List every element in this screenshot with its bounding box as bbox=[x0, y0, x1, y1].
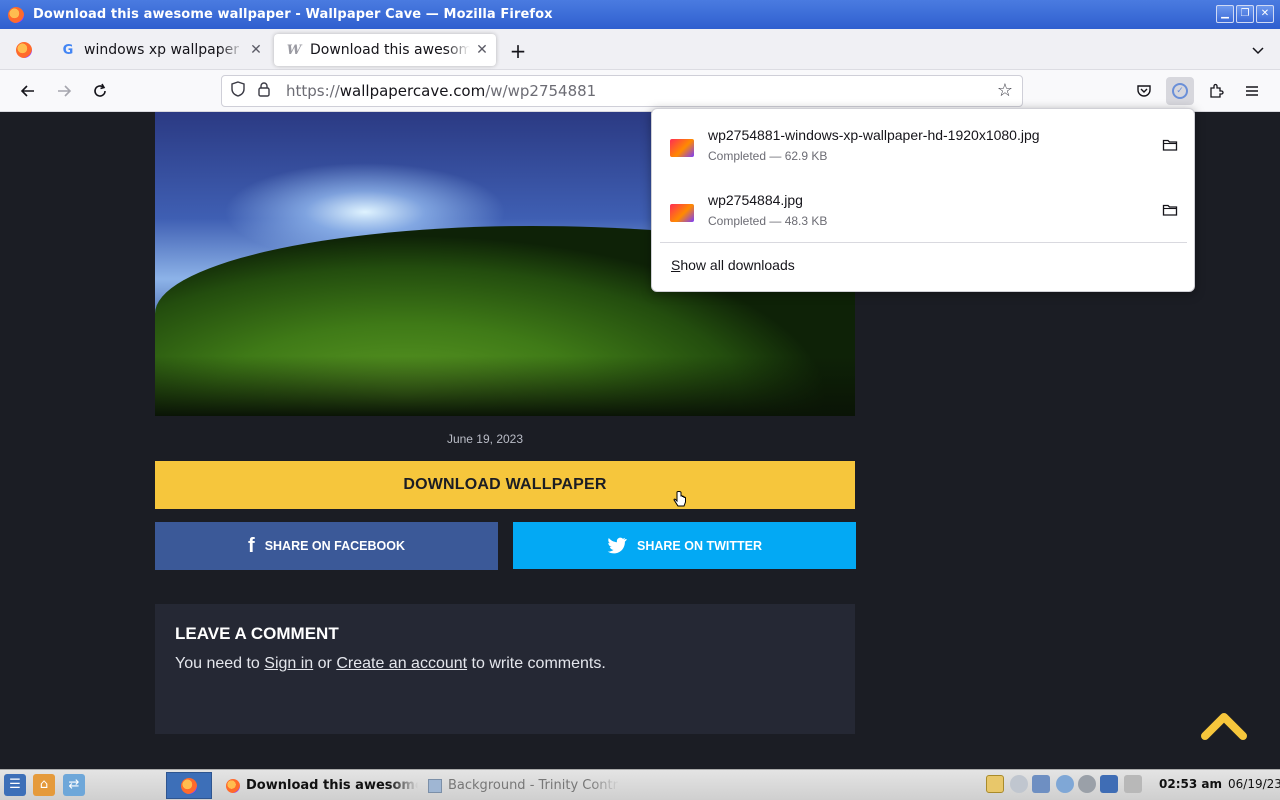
open-folder-icon[interactable] bbox=[1162, 202, 1178, 218]
tracking-protection-shield-icon[interactable] bbox=[230, 81, 246, 101]
tab-label: Download this awesome w bbox=[310, 42, 470, 58]
firefox-view-button[interactable] bbox=[4, 35, 44, 65]
tab-google-search[interactable]: G windows xp wallpaper hig ✕ bbox=[48, 34, 270, 66]
tab-strip: G windows xp wallpaper hig ✕ W Download … bbox=[0, 29, 1280, 70]
taskbar-item-label: Background - Trinity Contr bbox=[448, 778, 618, 793]
comment-login-prompt: You need to Sign in or Create an account… bbox=[175, 655, 606, 673]
system-taskbar: ☰ ⌂ ⇄ Download this awesome Background -… bbox=[0, 769, 1280, 800]
tab-wallpaper-cave[interactable]: W Download this awesome w ✕ bbox=[274, 34, 496, 66]
reload-icon bbox=[94, 83, 106, 97]
downloads-button[interactable]: ✓ bbox=[1166, 77, 1194, 105]
lock-icon[interactable] bbox=[258, 81, 272, 101]
taskbar-item-label: Download this awesome bbox=[246, 778, 418, 793]
reload-button[interactable] bbox=[88, 79, 112, 103]
url-scheme: https:// bbox=[286, 82, 340, 100]
home-folder-icon[interactable]: ⌂ bbox=[33, 774, 55, 796]
bookmark-star-icon[interactable]: ☆ bbox=[994, 80, 1016, 102]
control-center-icon bbox=[428, 778, 442, 793]
new-tab-button[interactable]: + bbox=[506, 40, 530, 64]
facebook-icon: f bbox=[248, 534, 255, 557]
share-twitter-label: SHARE ON TWITTER bbox=[637, 538, 762, 553]
tab-label: windows xp wallpaper hig bbox=[84, 42, 244, 58]
comment-suffix-text: to write comments. bbox=[467, 655, 606, 672]
wallpapercave-icon: W bbox=[286, 42, 302, 58]
open-folder-icon[interactable] bbox=[1162, 137, 1178, 153]
hamburger-menu-icon bbox=[1246, 86, 1258, 96]
close-tab-icon[interactable]: ✕ bbox=[248, 42, 264, 58]
puzzle-icon bbox=[1210, 83, 1224, 98]
download-wallpaper-button[interactable]: DOWNLOAD WALLPAPER bbox=[155, 461, 855, 509]
firefox-launcher-button[interactable] bbox=[166, 772, 212, 799]
share-facebook-button[interactable]: f SHARE ON FACEBOOK bbox=[155, 522, 498, 570]
google-icon: G bbox=[62, 42, 74, 58]
access-key-letter: S bbox=[671, 257, 681, 273]
panel-divider bbox=[660, 242, 1187, 243]
network-icon[interactable]: ⇄ bbox=[63, 774, 85, 796]
mouse-cursor-icon bbox=[673, 491, 687, 513]
share-facebook-label: SHARE ON FACEBOOK bbox=[264, 539, 405, 553]
upload-date: June 19, 2023 bbox=[446, 432, 524, 446]
pocket-button[interactable] bbox=[1132, 79, 1156, 103]
printer-icon[interactable] bbox=[1124, 775, 1142, 793]
pocket-icon bbox=[1137, 85, 1151, 97]
download-status: Completed — 48.3 KB bbox=[708, 214, 828, 228]
comment-heading: LEAVE A COMMENT bbox=[175, 624, 339, 643]
window-title: Download this awesome wallpaper - Wallpa… bbox=[33, 7, 553, 22]
extensions-button[interactable] bbox=[1204, 79, 1228, 103]
list-all-tabs-button[interactable] bbox=[1250, 42, 1266, 58]
klipper-icon[interactable] bbox=[986, 775, 1004, 793]
start-menu-icon[interactable]: ☰ bbox=[4, 774, 26, 796]
disk-icon[interactable] bbox=[1078, 775, 1096, 793]
network-disconnected-icon[interactable] bbox=[1010, 775, 1028, 793]
restore-button[interactable]: ❐ bbox=[1236, 5, 1254, 23]
window-titlebar: Download this awesome wallpaper - Wallpa… bbox=[0, 0, 1280, 29]
close-window-button[interactable]: ✕ bbox=[1256, 5, 1274, 23]
display-icon[interactable] bbox=[1032, 775, 1050, 793]
taskbar-item-firefox[interactable]: Download this awesome bbox=[222, 773, 418, 798]
forward-button[interactable] bbox=[52, 79, 76, 103]
update-icon[interactable] bbox=[1056, 775, 1074, 793]
create-account-link[interactable]: Create an account bbox=[336, 655, 467, 672]
back-button[interactable] bbox=[16, 79, 40, 103]
sign-in-link[interactable]: Sign in bbox=[264, 655, 313, 672]
minimize-button[interactable]: ▁ bbox=[1216, 5, 1234, 23]
comment-prefix-text: You need to bbox=[175, 655, 265, 672]
screen-icon[interactable] bbox=[1100, 775, 1118, 793]
comment-or-text: or bbox=[313, 655, 337, 672]
navigation-toolbar: https://wallpapercave.com/w/wp2754881 ☆ … bbox=[0, 70, 1280, 112]
image-file-icon bbox=[670, 139, 694, 157]
app-menu-button[interactable] bbox=[1240, 79, 1264, 103]
chevron-up-icon bbox=[1201, 713, 1247, 740]
scroll-to-top-button[interactable] bbox=[1201, 706, 1247, 742]
image-shadow bbox=[155, 356, 855, 416]
show-all-label: how all downloads bbox=[680, 257, 795, 273]
url-text[interactable]: https://wallpapercave.com/w/wp2754881 bbox=[286, 82, 596, 100]
firefox-icon bbox=[226, 778, 240, 793]
url-host: wallpapercave.com bbox=[339, 82, 486, 100]
clock-time[interactable]: 02:53 am bbox=[1159, 777, 1222, 791]
url-path: /w/wp2754881 bbox=[485, 82, 597, 100]
download-filename: wp2754881-windows-xp-wallpaper-hd-1920x1… bbox=[708, 127, 1040, 143]
forward-arrow-icon bbox=[58, 85, 72, 97]
twitter-bird-icon bbox=[607, 537, 627, 554]
close-tab-icon[interactable]: ✕ bbox=[474, 42, 490, 58]
firefox-view-icon bbox=[16, 42, 32, 58]
downloads-panel: wp2754881-windows-xp-wallpaper-hd-1920x1… bbox=[651, 108, 1195, 292]
taskbar-item-control-center[interactable]: Background - Trinity Contr bbox=[424, 773, 620, 798]
download-icon: ✓ bbox=[1172, 83, 1188, 99]
address-bar[interactable]: https://wallpapercave.com/w/wp2754881 ☆ bbox=[221, 75, 1023, 107]
chevron-down-icon bbox=[1252, 47, 1264, 55]
back-arrow-icon bbox=[20, 85, 34, 97]
download-item[interactable]: wp2754884.jpg Completed — 48.3 KB bbox=[652, 174, 1196, 238]
share-twitter-button[interactable]: SHARE ON TWITTER bbox=[513, 522, 856, 569]
download-filename: wp2754884.jpg bbox=[708, 192, 803, 208]
clock-date[interactable]: 06/19/23 bbox=[1228, 777, 1280, 791]
download-status: Completed — 62.9 KB bbox=[708, 149, 828, 163]
show-all-downloads-button[interactable]: Show all downloads bbox=[671, 257, 795, 273]
firefox-icon bbox=[181, 777, 197, 794]
comment-section: LEAVE A COMMENT You need to Sign in or C… bbox=[155, 604, 855, 734]
firefox-logo-icon bbox=[8, 6, 24, 23]
download-item[interactable]: wp2754881-windows-xp-wallpaper-hd-1920x1… bbox=[652, 109, 1196, 173]
image-file-icon bbox=[670, 204, 694, 222]
